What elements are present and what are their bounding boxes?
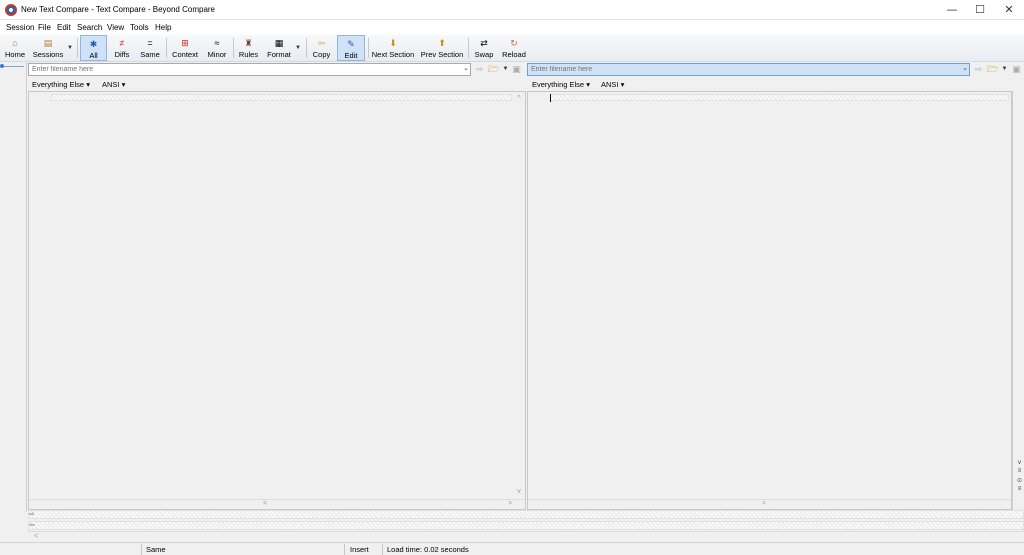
right-save-icon[interactable]: ▣ — [1010, 63, 1023, 75]
scroll-up-icon[interactable]: ^ — [513, 94, 525, 104]
all-button[interactable]: ✱ All — [80, 35, 107, 61]
bottom-horizontal-scrollbar[interactable]: < — [28, 531, 1024, 541]
left-text-pane[interactable]: ^ v < > — [28, 91, 526, 510]
next-section-button[interactable]: ⬇ Next Section — [371, 35, 415, 61]
right-encoding-selector[interactable]: ANSI ▾ — [601, 80, 624, 89]
sessions-dropdown-icon[interactable]: ▼ — [67, 45, 73, 51]
sessions-button[interactable]: ▤ Sessions — [32, 35, 64, 61]
scroll-left-icon[interactable]: < — [259, 499, 271, 509]
close-button[interactable]: ✕ — [994, 0, 1024, 20]
diffs-icon: ≠ — [119, 38, 125, 48]
scroll-left-icon[interactable]: < — [758, 499, 770, 509]
referee-icon: ♜ — [244, 38, 253, 48]
copy-button[interactable]: ⇦ Copy — [310, 35, 333, 61]
maximize-button[interactable]: ☐ — [965, 0, 995, 20]
copy-arrow-icon: ⇦ — [317, 38, 326, 48]
arrow-up-icon: ⬆ — [438, 38, 446, 48]
left-horizontal-scrollbar[interactable]: < > — [29, 499, 525, 509]
home-button[interactable]: ⌂ Home — [3, 35, 27, 61]
current-position-marker — [0, 64, 24, 69]
context-icon: ⊞ — [181, 38, 189, 48]
menu-search[interactable]: Search — [77, 23, 102, 32]
reload-icon: ↻ — [510, 38, 518, 48]
comparison-status: Same — [146, 545, 166, 554]
toolbar-separator — [166, 38, 167, 58]
format-dropdown-icon[interactable]: ▼ — [295, 45, 301, 51]
format-icon: ▦ — [274, 38, 284, 48]
minimize-button[interactable]: — — [937, 0, 967, 20]
menu-file[interactable]: File — [38, 23, 51, 32]
swap-icon: ⇄ — [480, 38, 488, 48]
align-icon[interactable]: ≡ — [1015, 468, 1024, 476]
menu-session[interactable]: Session — [6, 23, 34, 32]
left-format-selector[interactable]: Everything Else ▾ — [32, 80, 90, 89]
left-encoding-selector[interactable]: ANSI ▾ — [102, 80, 125, 89]
toolbar-separator — [306, 38, 307, 58]
menu-tools[interactable]: Tools — [130, 23, 149, 32]
arrow-right-icon: ⇨ — [29, 511, 35, 518]
status-divider — [382, 544, 383, 555]
right-line-detail — [28, 521, 1024, 530]
diffs-button[interactable]: ≠ Diffs — [110, 35, 134, 61]
menu-edit[interactable]: Edit — [57, 23, 71, 32]
approx-icon: ≈ — [214, 38, 220, 48]
right-text-line[interactable] — [550, 94, 1009, 101]
left-filename-dropdown-icon[interactable]: ⌄ — [461, 64, 471, 75]
sessions-icon: ▤ — [43, 38, 53, 48]
menu-bar: Session File Edit Search View Tools Help — [0, 20, 1024, 35]
reload-button[interactable]: ↻ Reload — [500, 35, 528, 61]
window-title: New Text Compare - Text Compare - Beyond… — [21, 5, 216, 14]
status-divider — [344, 544, 345, 555]
toolbar-separator — [233, 38, 234, 58]
right-filename-dropdown-icon[interactable]: ⌄ — [960, 64, 970, 75]
right-recent-icon[interactable]: ⇨ — [972, 63, 985, 75]
left-filename-input[interactable] — [28, 63, 471, 76]
left-vertical-scrollbar[interactable]: ^ v — [513, 92, 525, 509]
align-icon[interactable]: ≡ — [1015, 486, 1024, 494]
status-divider — [141, 544, 142, 555]
load-time-status: Load time: 0.02 seconds — [387, 545, 469, 554]
toolbar-separator — [368, 38, 369, 58]
prev-section-button[interactable]: ⬆ Prev Section — [420, 35, 464, 61]
text-cursor — [550, 94, 551, 102]
right-text-pane[interactable]: < — [527, 91, 1012, 510]
swap-button[interactable]: ⇄ Swap — [472, 35, 496, 61]
edit-button[interactable]: ✎ Edit — [337, 35, 365, 61]
toolbar-separator — [77, 38, 78, 58]
scroll-down-icon[interactable]: v — [1015, 460, 1024, 468]
context-button[interactable]: ⊞ Context — [170, 35, 200, 61]
left-recent-icon[interactable]: ⇨ — [473, 63, 486, 75]
title-bar: New Text Compare - Text Compare - Beyond… — [0, 0, 1024, 20]
home-icon: ⌂ — [12, 38, 18, 48]
left-gutter — [0, 62, 27, 512]
rules-button[interactable]: ♜ Rules — [237, 35, 260, 61]
scroll-down-icon[interactable]: v — [513, 487, 525, 497]
format-button[interactable]: ▦ Format — [264, 35, 294, 61]
arrow-down-icon: ⬇ — [389, 38, 397, 48]
lock-icon[interactable]: ⊙ — [1015, 477, 1024, 485]
right-filename-input[interactable] — [527, 63, 970, 76]
toolbar-separator — [468, 38, 469, 58]
scroll-left-icon[interactable]: < — [30, 532, 42, 542]
left-text-line[interactable] — [51, 94, 512, 101]
edit-mode-status: Insert — [350, 545, 369, 554]
minor-button[interactable]: ≈ Minor — [204, 35, 230, 61]
equals-icon: = — [147, 38, 153, 48]
same-button[interactable]: = Same — [138, 35, 162, 61]
menu-help[interactable]: Help — [155, 23, 171, 32]
beyond-compare-logo-icon — [5, 4, 17, 16]
right-format-selector[interactable]: Everything Else ▾ — [532, 80, 590, 89]
menu-view[interactable]: View — [107, 23, 124, 32]
right-horizontal-scrollbar[interactable]: < — [528, 499, 1011, 509]
left-save-icon[interactable]: ▣ — [510, 63, 523, 75]
scroll-right-icon[interactable]: > — [504, 499, 516, 509]
overview-strip[interactable]: v ≡ ⊙ ≡ — [1012, 91, 1024, 510]
edit-pencil-icon: ✎ — [347, 39, 355, 49]
asterisk-icon: ✱ — [89, 39, 98, 49]
arrow-left-icon: ⇦ — [29, 522, 35, 529]
toolbar: ⌂ Home ▤ Sessions ▼ ✱ All ≠ Diffs = Same… — [0, 35, 1024, 62]
status-bar: Same Insert Load time: 0.02 seconds — [0, 542, 1024, 555]
left-line-detail — [28, 510, 1024, 519]
